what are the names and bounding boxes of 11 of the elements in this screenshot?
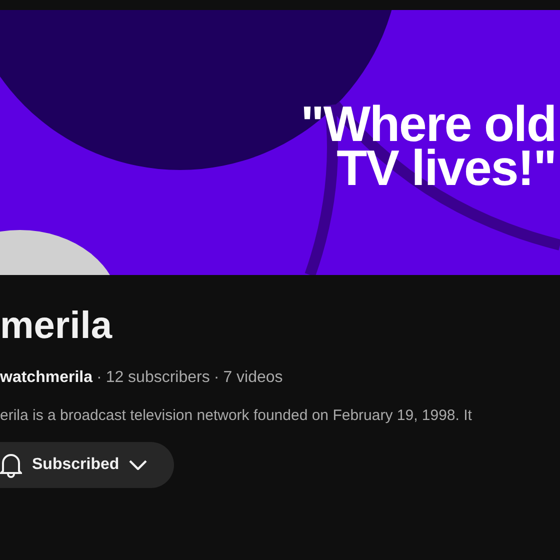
- channel-handle: watchmerila: [0, 369, 92, 387]
- meta-separator: ·: [96, 369, 102, 387]
- channel-name: merila: [0, 304, 114, 349]
- banner-slogan: "Where old TV lives!": [300, 102, 556, 190]
- channel-description: erila is a broadcast television network founded on February 19, 1998. It: [0, 407, 473, 424]
- subscribed-button[interactable]: Subscribed: [0, 442, 174, 488]
- bell-icon: [0, 452, 22, 478]
- video-count: 7 videos: [223, 369, 283, 387]
- subscriber-count: 12 subscribers: [106, 369, 210, 387]
- meta-separator: ·: [214, 369, 220, 387]
- caret-icon: [129, 460, 148, 470]
